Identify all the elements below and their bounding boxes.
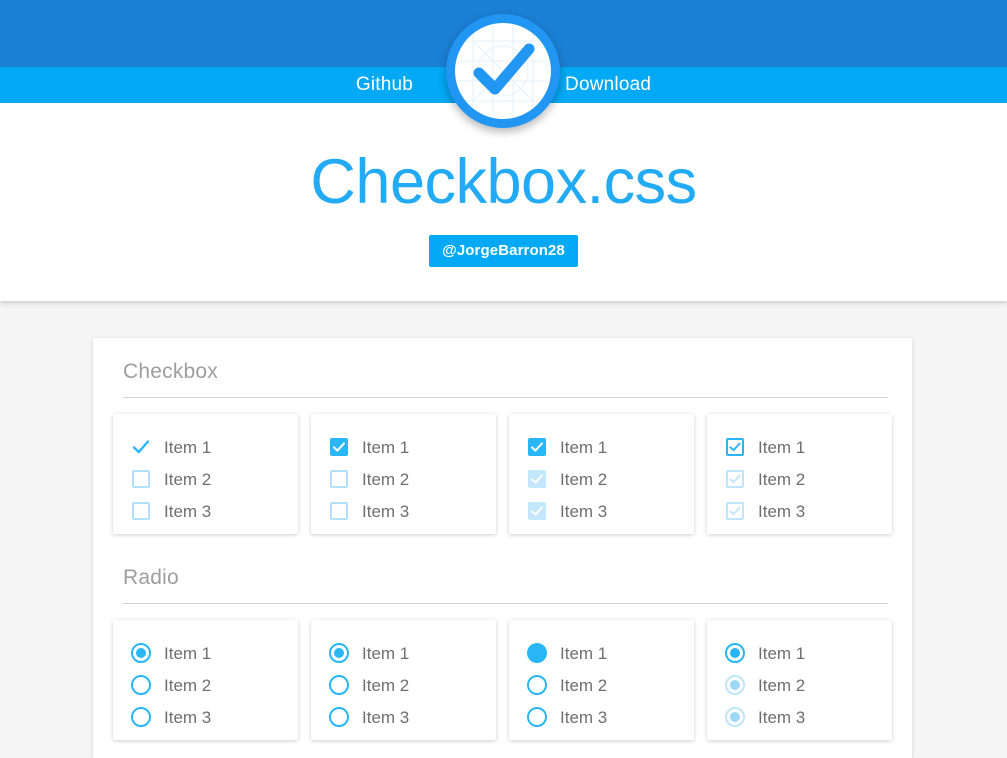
radio-option-label: Item 3 <box>362 707 410 727</box>
checkbox-option[interactable]: Item 3 <box>527 495 694 527</box>
checkbox-empty-icon[interactable] <box>131 469 151 489</box>
checkbox-empty-icon[interactable] <box>329 501 349 521</box>
radio-card-row: Item 1 Item 2 Item 3 Item 1 Item 2 Item … <box>93 604 912 740</box>
radio-selected-icon[interactable] <box>131 643 151 663</box>
radio-option-label: Item 1 <box>758 643 806 663</box>
radio-selected-filled-icon[interactable] <box>527 643 547 663</box>
radio-selected-icon[interactable] <box>329 643 349 663</box>
radio-card-1[interactable]: Item 1 Item 2 Item 3 <box>113 620 298 740</box>
radio-selected-icon[interactable] <box>725 643 745 663</box>
checkbox-option-label: Item 1 <box>164 437 212 457</box>
check-icon[interactable] <box>131 437 151 457</box>
radio-unselected-icon[interactable] <box>131 675 151 695</box>
section-title-radio: Radio <box>123 566 888 604</box>
checkbox-option-label: Item 1 <box>362 437 410 457</box>
radio-option-label: Item 2 <box>560 675 608 695</box>
checkbox-empty-icon[interactable] <box>131 501 151 521</box>
radio-option[interactable]: Item 2 <box>725 669 892 701</box>
radio-option-label: Item 2 <box>758 675 806 695</box>
checkbox-option-label: Item 3 <box>560 501 608 521</box>
radio-card-2[interactable]: Item 1 Item 2 Item 3 <box>311 620 496 740</box>
author-badge-wrap: @JorgeBarron28 <box>0 235 1007 267</box>
radio-option[interactable]: Item 2 <box>329 669 496 701</box>
radio-option-label: Item 1 <box>164 643 212 663</box>
checkbox-option-label: Item 3 <box>164 501 212 521</box>
radio-unselected-icon[interactable] <box>527 707 547 727</box>
radio-option-label: Item 1 <box>560 643 608 663</box>
radio-selected-faint-icon[interactable] <box>725 675 745 695</box>
radio-option[interactable]: Item 3 <box>527 701 694 733</box>
checkbox-outline-checked-icon[interactable] <box>725 437 745 457</box>
checkbox-checked-icon[interactable] <box>329 437 349 457</box>
checkbox-option[interactable]: Item 3 <box>131 495 298 527</box>
checkmark-icon <box>473 43 535 95</box>
checkbox-card-1[interactable]: Item 1 Item 2 Item 3 <box>113 414 298 534</box>
checkbox-option[interactable]: Item 3 <box>725 495 892 527</box>
checkbox-option[interactable]: Item 2 <box>329 463 496 495</box>
checkbox-card-3[interactable]: Item 1 Item 2 Item 3 <box>509 414 694 534</box>
checkbox-checked-icon[interactable] <box>527 437 547 457</box>
radio-option-label: Item 3 <box>164 707 212 727</box>
radio-unselected-icon[interactable] <box>329 707 349 727</box>
checkbox-outline-checked-faint-icon[interactable] <box>725 501 745 521</box>
checkbox-option[interactable]: Item 1 <box>131 431 298 463</box>
checkbox-option[interactable]: Item 1 <box>725 431 892 463</box>
radio-card-4[interactable]: Item 1 Item 2 Item 3 <box>707 620 892 740</box>
demo-panel: Checkbox Item 1 Item 2 Item 3 Item 1 Ite… <box>93 338 912 758</box>
nav-link-download[interactable]: Download <box>565 67 651 103</box>
radio-option-label: Item 1 <box>362 643 410 663</box>
checkbox-empty-icon[interactable] <box>329 469 349 489</box>
radio-option[interactable]: Item 2 <box>131 669 298 701</box>
checkbox-option-label: Item 2 <box>362 469 410 489</box>
checkbox-option-label: Item 1 <box>758 437 806 457</box>
radio-option-label: Item 2 <box>362 675 410 695</box>
checkbox-card-row: Item 1 Item 2 Item 3 Item 1 Item 2 Item … <box>93 398 912 534</box>
radio-option[interactable]: Item 1 <box>131 637 298 669</box>
checkbox-option-label: Item 2 <box>758 469 806 489</box>
checkbox-option[interactable]: Item 3 <box>329 495 496 527</box>
radio-option-label: Item 3 <box>560 707 608 727</box>
checkbox-option-label: Item 1 <box>560 437 608 457</box>
section-title-checkbox: Checkbox <box>123 360 888 398</box>
checkbox-option[interactable]: Item 2 <box>725 463 892 495</box>
checkbox-option-label: Item 2 <box>560 469 608 489</box>
checkbox-option[interactable]: Item 1 <box>329 431 496 463</box>
radio-option-label: Item 2 <box>164 675 212 695</box>
author-badge[interactable]: @JorgeBarron28 <box>429 235 578 267</box>
checkbox-outline-checked-faint-icon[interactable] <box>725 469 745 489</box>
hero-header: Github Download Checkbox.css @JorgeBarro… <box>0 0 1007 301</box>
checkbox-card-2[interactable]: Item 1 Item 2 Item 3 <box>311 414 496 534</box>
radio-option[interactable]: Item 1 <box>725 637 892 669</box>
checkbox-card-4[interactable]: Item 1 Item 2 Item 3 <box>707 414 892 534</box>
radio-option[interactable]: Item 3 <box>725 701 892 733</box>
check-circle-logo[interactable] <box>446 14 560 128</box>
checkbox-checked-faint-icon[interactable] <box>527 469 547 489</box>
radio-card-3[interactable]: Item 1 Item 2 Item 3 <box>509 620 694 740</box>
checkbox-option[interactable]: Item 2 <box>527 463 694 495</box>
radio-unselected-icon[interactable] <box>527 675 547 695</box>
radio-unselected-icon[interactable] <box>131 707 151 727</box>
checkbox-checked-faint-icon[interactable] <box>527 501 547 521</box>
checkbox-option-label: Item 3 <box>362 501 410 521</box>
checkbox-option[interactable]: Item 2 <box>131 463 298 495</box>
radio-option[interactable]: Item 1 <box>527 637 694 669</box>
radio-option[interactable]: Item 3 <box>131 701 298 733</box>
radio-option-label: Item 3 <box>758 707 806 727</box>
radio-option[interactable]: Item 3 <box>329 701 496 733</box>
radio-option[interactable]: Item 1 <box>329 637 496 669</box>
radio-unselected-icon[interactable] <box>329 675 349 695</box>
nav-link-github[interactable]: Github <box>356 67 413 103</box>
radio-selected-faint-icon[interactable] <box>725 707 745 727</box>
radio-option[interactable]: Item 2 <box>527 669 694 701</box>
checkbox-option-label: Item 3 <box>758 501 806 521</box>
checkbox-option[interactable]: Item 1 <box>527 431 694 463</box>
page-title: Checkbox.css <box>310 147 697 217</box>
checkbox-option-label: Item 2 <box>164 469 212 489</box>
